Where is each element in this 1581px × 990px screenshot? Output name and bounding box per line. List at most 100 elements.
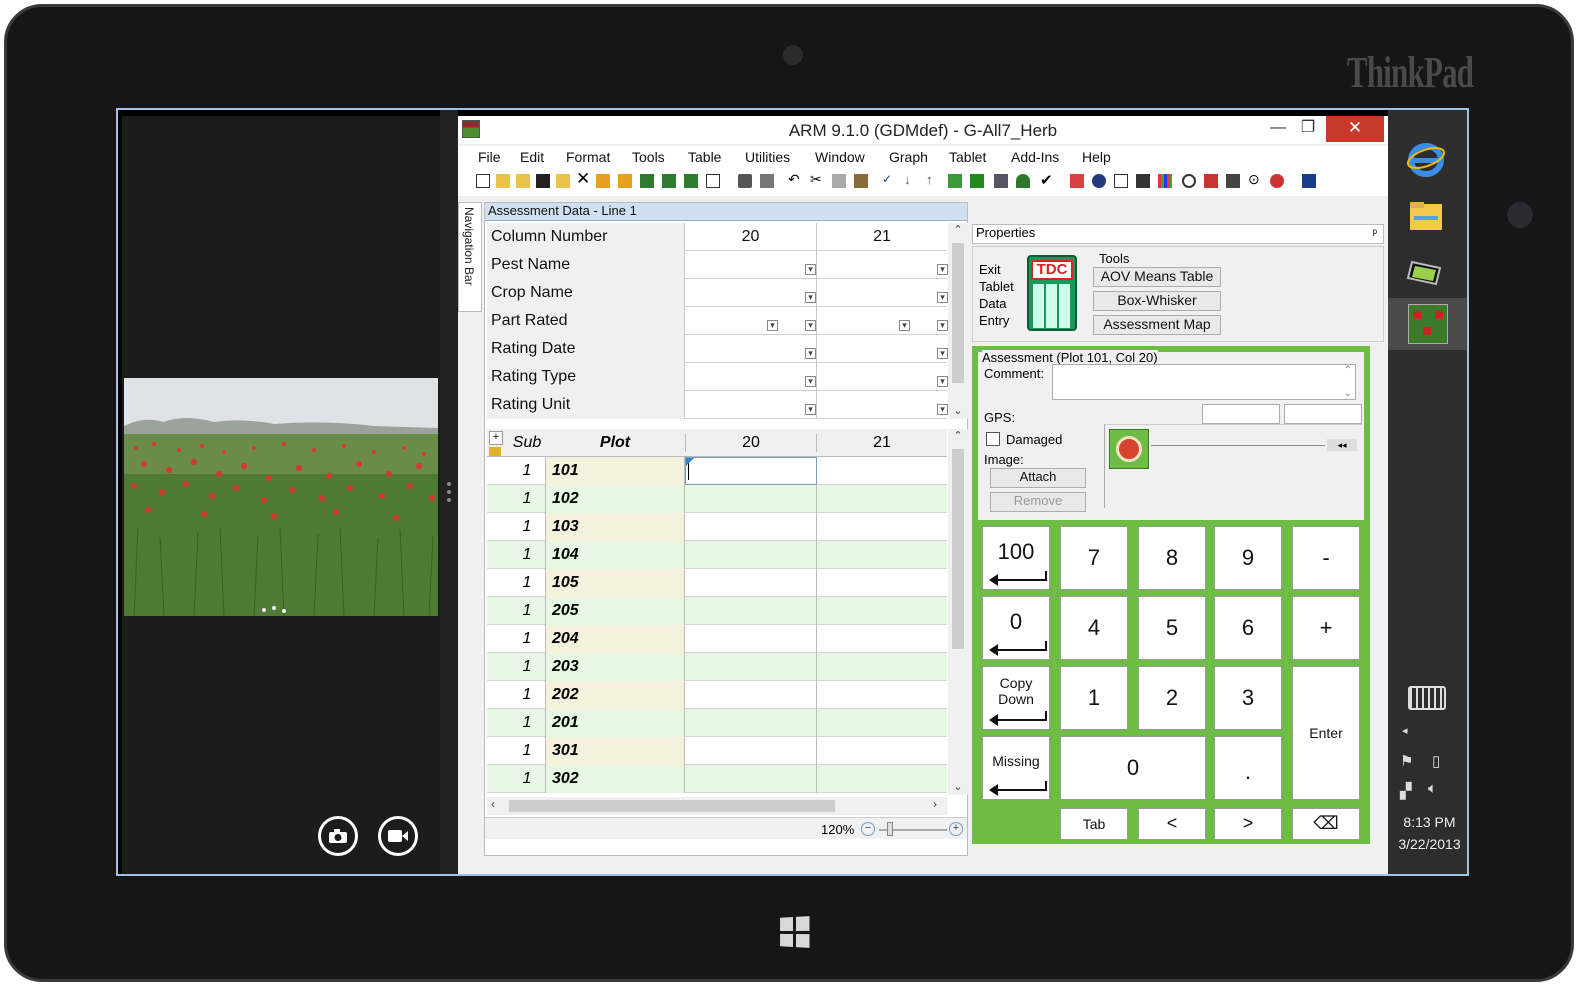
key-5[interactable]: 5 — [1138, 596, 1206, 660]
header-cell[interactable] — [685, 279, 817, 307]
value-cell[interactable] — [817, 597, 947, 625]
delete-icon[interactable]: ✕ — [576, 170, 590, 187]
dropdown-arrow-icon[interactable]: ▾ — [805, 404, 816, 415]
value-cell[interactable] — [817, 485, 947, 513]
exit-tablet-data-entry-label[interactable]: Exit Tablet Data Entry — [979, 261, 1014, 329]
key-left[interactable]: < — [1138, 808, 1206, 840]
value-cell[interactable] — [817, 737, 947, 765]
header-cell[interactable] — [817, 251, 947, 279]
grid-green-icon[interactable] — [948, 174, 962, 188]
key-tab[interactable]: Tab — [1060, 808, 1128, 840]
value-cell[interactable] — [817, 569, 947, 597]
menu-tablet[interactable]: Tablet — [949, 149, 986, 165]
assessment-map-button[interactable]: Assessment Map — [1093, 315, 1221, 335]
key-right[interactable]: > — [1214, 808, 1282, 840]
calendar-icon[interactable] — [1204, 174, 1218, 188]
dropdown-arrow-icon[interactable]: ▾ — [937, 292, 948, 303]
dropdown-arrow-icon[interactable]: ▾ — [805, 376, 816, 387]
value-cell[interactable] — [817, 765, 947, 793]
save-icon[interactable] — [536, 174, 550, 188]
value-cell[interactable] — [817, 653, 947, 681]
document-icon[interactable] — [1136, 174, 1150, 188]
dropdown-arrow-icon[interactable]: ▾ — [937, 264, 948, 275]
arm-taskbar-button[interactable] — [1388, 298, 1467, 350]
value-cell[interactable] — [685, 541, 817, 569]
value-cell[interactable] — [685, 765, 817, 793]
clock-icon[interactable] — [1182, 174, 1196, 188]
header-cell[interactable] — [685, 307, 817, 335]
key-9[interactable]: 9 — [1214, 526, 1282, 590]
key-missing[interactable]: Missing — [982, 736, 1050, 800]
signal-icon[interactable]: ▞ — [1400, 782, 1412, 800]
gps-latitude-input[interactable] — [1202, 404, 1280, 424]
minimize-button[interactable]: — — [1264, 116, 1292, 142]
collapse-icon[interactable]: ◂◂ — [1327, 439, 1357, 451]
key-plus[interactable]: + — [1292, 596, 1360, 660]
col-21-header[interactable]: 21 — [817, 434, 947, 452]
save-as-icon[interactable] — [556, 174, 570, 188]
menu-table[interactable]: Table — [688, 149, 721, 165]
header-cell[interactable] — [685, 335, 817, 363]
user-icon[interactable] — [1016, 174, 1030, 188]
video-camera-icon[interactable] — [378, 816, 418, 856]
menu-graph[interactable]: Graph — [889, 149, 928, 165]
menu-edit[interactable]: Edit — [520, 149, 544, 165]
help-icon[interactable] — [1270, 174, 1284, 188]
chart-icon[interactable] — [1302, 174, 1316, 188]
attach-button[interactable]: Attach — [990, 468, 1086, 488]
menu-add-ins[interactable]: Add-Ins — [1011, 149, 1059, 165]
backspace-icon[interactable]: ⌫ — [1292, 808, 1360, 840]
aov-means-table-button[interactable]: AOV Means Table — [1093, 267, 1221, 287]
header-cell[interactable] — [817, 363, 947, 391]
header-cell[interactable] — [817, 279, 947, 307]
value-cell[interactable] — [685, 681, 817, 709]
value-cell[interactable] — [685, 737, 817, 765]
value-cell[interactable] — [817, 513, 947, 541]
pin-icon[interactable]: ᵖ — [1372, 226, 1377, 240]
chevron-left-icon[interactable]: ◂ — [1402, 724, 1408, 737]
dropdown-arrow-icon[interactable]: ▾ — [805, 264, 816, 275]
dropdown-arrow-icon[interactable]: ▾ — [805, 320, 816, 331]
dropdown-arrow-icon[interactable]: ▾ — [767, 320, 778, 331]
clock-time[interactable]: 8:13 PM — [1388, 814, 1467, 830]
plant-icon[interactable] — [684, 174, 698, 188]
keyboard-icon[interactable] — [1408, 686, 1446, 710]
camera-capture-icon[interactable] — [1109, 429, 1149, 469]
export-icon[interactable] — [618, 174, 632, 188]
stack-icon[interactable] — [994, 174, 1008, 188]
value-cell[interactable] — [817, 541, 947, 569]
header-scrollbar[interactable]: ⌃ ⌄ — [948, 223, 968, 419]
key-3[interactable]: 3 — [1214, 666, 1282, 730]
dropdown-arrow-icon[interactable]: ▾ — [937, 404, 948, 415]
box-whisker-button[interactable]: Box-Whisker — [1093, 291, 1221, 311]
database-icon[interactable] — [1092, 174, 1106, 188]
clock-date[interactable]: 3/22/2013 — [1388, 836, 1467, 852]
book-icon[interactable] — [1114, 174, 1128, 188]
key-decimal[interactable]: . — [1214, 736, 1282, 800]
data-scrollbar[interactable]: ⌃ ⌄ — [948, 429, 968, 795]
header-cell[interactable] — [685, 251, 817, 279]
plant-db2-icon[interactable] — [662, 174, 676, 188]
damaged-checkbox[interactable] — [986, 432, 1000, 446]
sort-descending-icon[interactable]: ↑ — [926, 172, 940, 187]
flag-icon[interactable]: ⚑ — [1400, 752, 1413, 770]
file-explorer-icon[interactable] — [1406, 196, 1446, 236]
menu-window[interactable]: Window — [815, 149, 865, 165]
value-cell[interactable] — [817, 681, 947, 709]
snap-splitter[interactable] — [440, 110, 458, 874]
menu-format[interactable]: Format — [566, 149, 610, 165]
attach-icon[interactable]: ⊙ — [1248, 171, 1262, 187]
zoom-slider-thumb[interactable] — [887, 822, 893, 836]
color-grid-icon[interactable] — [1158, 174, 1172, 188]
menu-help[interactable]: Help — [1082, 149, 1111, 165]
key-0[interactable]: 0 — [1060, 736, 1206, 800]
value-cell-active[interactable] — [685, 457, 817, 485]
report-icon[interactable] — [1070, 174, 1084, 188]
zoom-out-icon[interactable]: − — [861, 822, 875, 836]
tablet-app-icon[interactable] — [1406, 252, 1446, 292]
key-minus[interactable]: - — [1292, 526, 1360, 590]
mail-icon[interactable] — [706, 174, 720, 188]
print-icon[interactable] — [738, 174, 752, 188]
check-icon[interactable]: ✔ — [1040, 171, 1054, 189]
layout-icon[interactable] — [970, 174, 984, 188]
